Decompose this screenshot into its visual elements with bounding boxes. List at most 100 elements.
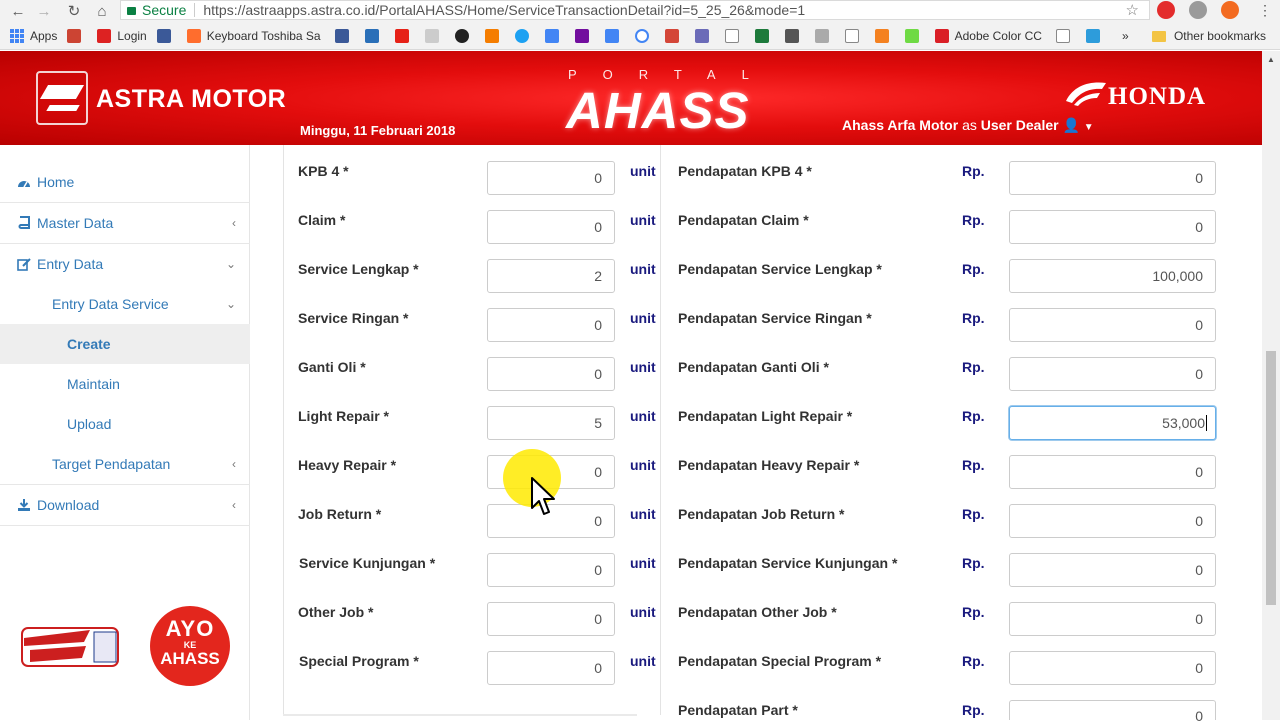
bookmark-label: Adobe Color CC [954, 28, 1042, 43]
bookmark-icon-19[interactable] [754, 28, 775, 43]
portal-header: ASTRA MOTOR Minggu, 11 Februari 2018 POR… [0, 51, 1262, 145]
bookmark-favicon [454, 28, 469, 43]
bookmark-icon-27[interactable] [1085, 28, 1106, 43]
reload-icon[interactable]: ↻ [60, 2, 88, 20]
bookmark-youtube[interactable] [394, 28, 415, 43]
field-label: Claim * [298, 212, 346, 228]
bookmark-favicon [814, 28, 829, 43]
bookmark-twitter[interactable] [514, 28, 535, 43]
service-ringan-qty-input[interactable]: 0 [487, 308, 615, 342]
service-lengkap-revenue-input[interactable]: 100,000 [1009, 259, 1216, 293]
job-return-revenue-input[interactable]: 0 [1009, 504, 1216, 538]
unit-label: unit [630, 653, 656, 669]
bookmark-label: Apps [30, 28, 58, 43]
bookmark-login[interactable]: Login [97, 28, 147, 43]
sidebar-item-target-pendapatan[interactable]: Target Pendapatan ‹ [0, 444, 250, 484]
bookmark-translate[interactable] [604, 28, 625, 43]
bookmark-star-icon[interactable]: ☆ [1126, 1, 1139, 19]
menu-icon[interactable]: ⋮ [1258, 2, 1272, 19]
bookmark-icon-17[interactable] [694, 28, 715, 43]
field-label: Pendapatan Service Ringan * [678, 310, 872, 326]
bookmark-apps[interactable]: Apps [10, 28, 58, 43]
light-repair-revenue-input[interactable]: 53,000 [1009, 406, 1216, 440]
bookmark-icon-6[interactable] [364, 28, 385, 43]
bookmark-gmail[interactable] [664, 28, 685, 43]
unit-label: unit [630, 359, 656, 375]
bookmark-icon-23[interactable] [874, 28, 895, 43]
bookmark-icon-12[interactable] [544, 28, 565, 43]
scroll-thumb[interactable] [1266, 351, 1276, 605]
other-job-revenue-input[interactable]: 0 [1009, 602, 1216, 636]
kpb4-qty-input[interactable]: 0 [487, 161, 615, 195]
url-bar[interactable]: Secure https://astraapps.astra.co.id/Por… [120, 0, 1150, 20]
page-scrollbar[interactable]: ▲ [1262, 51, 1280, 720]
extension-icon[interactable] [1189, 1, 1207, 19]
bookmark-icon-13[interactable] [574, 28, 595, 43]
user-name: Ahass Arfa Motor [842, 117, 959, 133]
bookmark-icon-22[interactable] [844, 28, 865, 43]
mouse-cursor-icon [531, 477, 555, 515]
sidebar-item-entry-data[interactable]: Entry Data ⌄ [0, 244, 250, 284]
sidebar-item-download[interactable]: Download ‹ [0, 485, 250, 525]
adblock-icon[interactable] [1157, 1, 1175, 19]
part-revenue-input[interactable]: 0 [1009, 700, 1216, 724]
claim-revenue-input[interactable]: 0 [1009, 210, 1216, 244]
unit-label: unit [630, 212, 656, 228]
bookmark-icon-9[interactable] [454, 28, 475, 43]
currency-label: Rp. [962, 310, 985, 326]
bookmarks-overflow-icon[interactable]: » [1122, 29, 1129, 43]
bookmark-icon-26[interactable] [1055, 28, 1076, 43]
secure-indicator: Secure [121, 2, 186, 18]
sidebar-item-label: Entry Data [37, 256, 104, 272]
home-icon[interactable]: ⌂ [88, 3, 116, 20]
light-repair-qty-input[interactable]: 5 [487, 406, 615, 440]
other-bookmarks[interactable]: Other bookmarks [1151, 29, 1266, 43]
sidebar-item-maintain[interactable]: Maintain [0, 364, 250, 404]
upwork-icon [904, 28, 919, 43]
service-ringan-revenue-input[interactable]: 0 [1009, 308, 1216, 342]
forward-icon[interactable]: → [30, 3, 58, 20]
ahass-text: AHASS [160, 649, 220, 668]
bookmark-upwork[interactable] [904, 28, 925, 43]
kpb4-revenue-input[interactable]: 0 [1009, 161, 1216, 195]
portal-title: AHASS [566, 82, 750, 139]
sidebar-item-label: Home [37, 174, 75, 190]
scroll-up-icon[interactable]: ▲ [1267, 55, 1275, 64]
bookmark-google[interactable] [634, 28, 655, 43]
bookmark-label: Keyboard Toshiba Sa [206, 28, 321, 43]
edit-icon [17, 258, 31, 271]
field-label: Pendapatan Ganti Oli * [678, 359, 829, 375]
ganti-oli-qty-input[interactable]: 0 [487, 357, 615, 391]
sidebar-item-create[interactable]: Create [0, 324, 250, 364]
sidebar-item-home[interactable]: Home [0, 162, 250, 202]
bookmark-icon-18[interactable] [724, 28, 745, 43]
heavy-repair-revenue-input[interactable]: 0 [1009, 455, 1216, 489]
back-icon[interactable]: ← [4, 3, 32, 20]
service-kunjungan-qty-input[interactable]: 0 [487, 553, 615, 587]
sidebar-item-entry-data-service[interactable]: Entry Data Service ⌄ [0, 284, 250, 324]
field-label: Ganti Oli * [298, 359, 366, 375]
sidebar-item-upload[interactable]: Upload [0, 404, 250, 444]
currency-label: Rp. [962, 702, 985, 718]
bookmark-icon-8[interactable] [424, 28, 445, 43]
bookmark-adobe-color[interactable]: Adobe Color CC [934, 28, 1042, 43]
special-program-qty-input[interactable]: 0 [487, 651, 615, 685]
bookmark-blogger[interactable] [484, 28, 505, 43]
currency-label: Rp. [962, 506, 985, 522]
service-lengkap-qty-input[interactable]: 2 [487, 259, 615, 293]
bookmark-icon-1[interactable] [67, 28, 87, 43]
chevron-down-icon: ⌄ [225, 257, 236, 271]
bookmark-icon-20[interactable] [784, 28, 805, 43]
ganti-oli-revenue-input[interactable]: 0 [1009, 357, 1216, 391]
extension-orange-icon[interactable] [1221, 1, 1239, 19]
other-job-qty-input[interactable]: 0 [487, 602, 615, 636]
bookmark-icon-5[interactable] [334, 28, 355, 43]
service-kunjungan-revenue-input[interactable]: 0 [1009, 553, 1216, 587]
claim-qty-input[interactable]: 0 [487, 210, 615, 244]
sidebar-item-master-data[interactable]: Master Data ‹ [0, 203, 250, 243]
special-program-revenue-input[interactable]: 0 [1009, 651, 1216, 685]
bookmark-keyboard[interactable]: Keyboard Toshiba Sa [186, 28, 321, 43]
bookmark-icon-21[interactable] [814, 28, 835, 43]
bookmark-facebook[interactable] [156, 28, 177, 43]
user-menu[interactable]: Ahass Arfa Motor as User Dealer 👤 ▼ [842, 117, 1094, 134]
